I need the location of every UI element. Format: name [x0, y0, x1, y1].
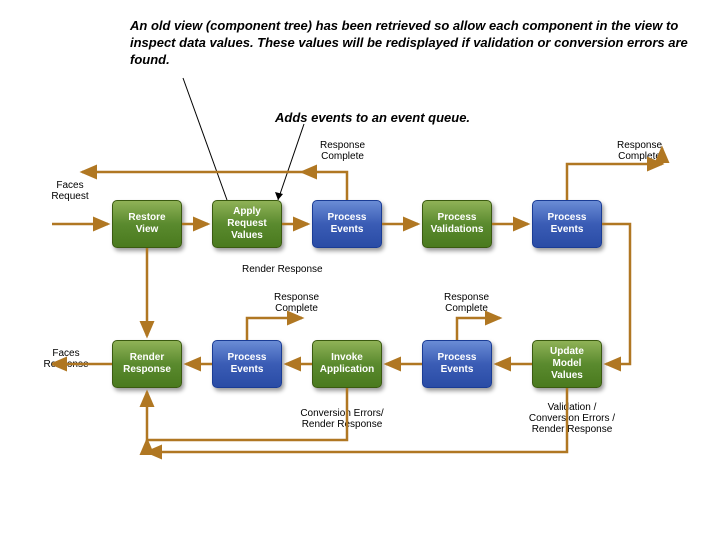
box-label: Process Events	[548, 212, 587, 236]
label-response-complete-3: Response Complete	[274, 292, 319, 314]
box-invoke-application: Invoke Application	[312, 340, 382, 388]
caption-main: An old view (component tree) has been re…	[130, 18, 690, 69]
box-restore-view: Restore View	[112, 200, 182, 248]
box-apply-request-values: Apply Request Values	[212, 200, 282, 248]
box-label: Process Events	[438, 352, 477, 376]
box-label: Process Events	[228, 352, 267, 376]
label-response-complete-2: Response Complete	[617, 140, 662, 162]
label-conversion-errors: Conversion Errors/ Render Response	[282, 408, 402, 430]
box-render-response: Render Response	[112, 340, 182, 388]
box-label: Invoke Application	[320, 352, 374, 376]
label-response-complete-1: Response Complete	[320, 140, 365, 162]
box-process-events-3: Process Events	[422, 340, 492, 388]
box-label: Render Response	[123, 352, 171, 376]
faces-response-label: Faces Response	[42, 348, 90, 370]
faces-request-label: Faces Request	[50, 180, 90, 202]
label-validation-errors: Validation / Conversion Errors / Render …	[512, 402, 632, 435]
box-process-validations: Process Validations	[422, 200, 492, 248]
box-label: Update Model Values	[550, 346, 584, 382]
box-process-events-4: Process Events	[212, 340, 282, 388]
box-label: Process Events	[328, 212, 367, 236]
label-render-response: Render Response	[242, 264, 323, 275]
label-response-complete-4: Response Complete	[444, 292, 489, 314]
box-label: Restore View	[128, 212, 165, 236]
box-process-events-1: Process Events	[312, 200, 382, 248]
box-update-model-values: Update Model Values	[532, 340, 602, 388]
box-process-events-2: Process Events	[532, 200, 602, 248]
caption-sub: Adds events to an event queue.	[275, 110, 470, 127]
box-label: Process Validations	[431, 212, 484, 236]
lifecycle-diagram: Faces Request Faces Response Restore Vie…	[52, 140, 692, 480]
box-label: Apply Request Values	[227, 206, 266, 242]
